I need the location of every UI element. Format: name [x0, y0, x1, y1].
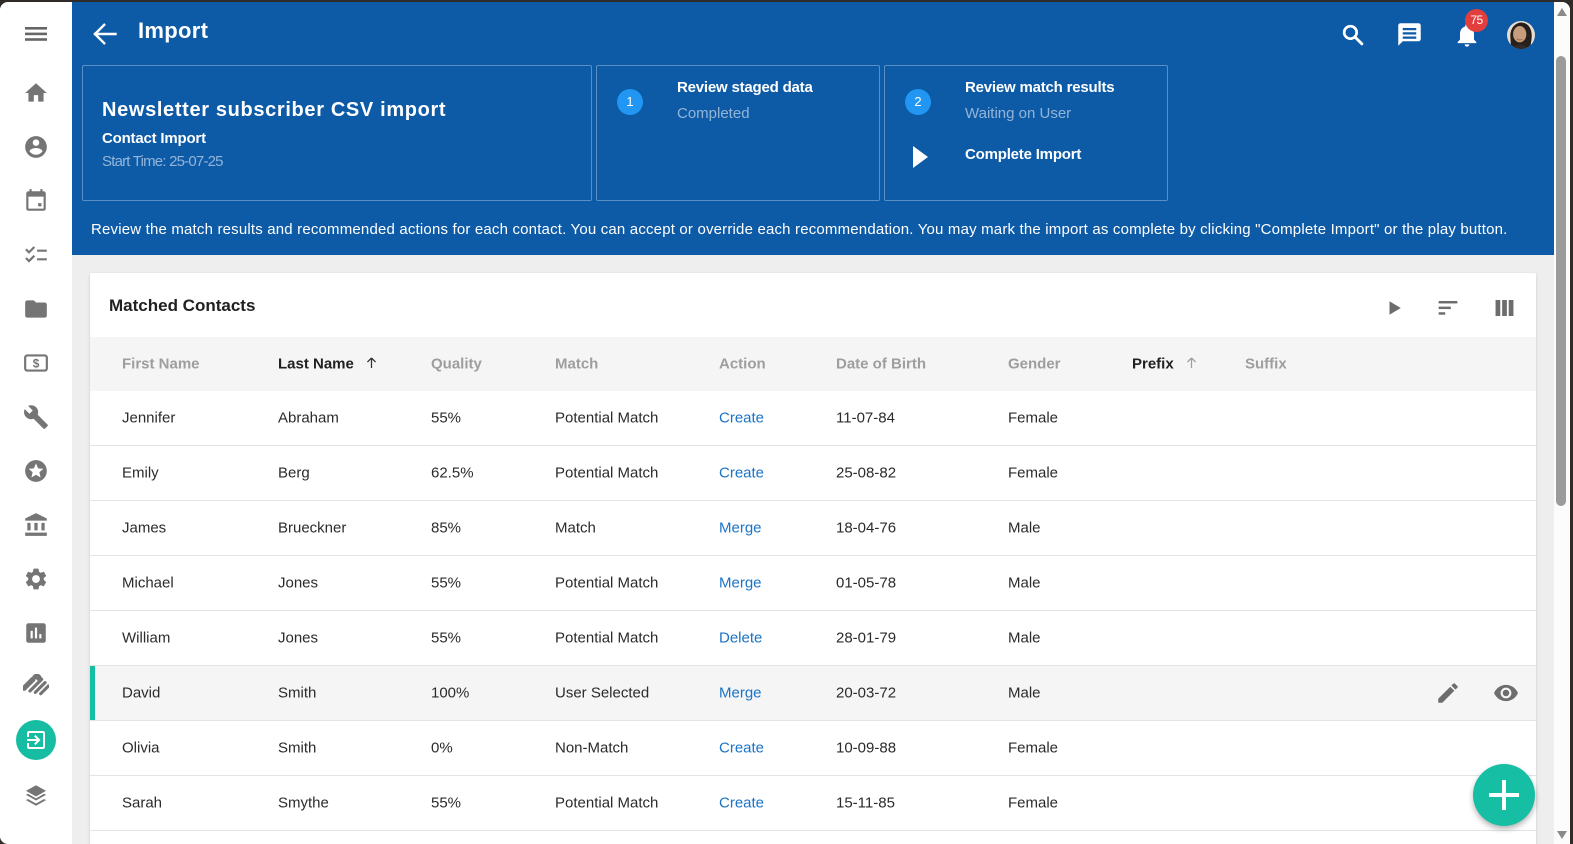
svg-text:$: $: [33, 356, 40, 370]
